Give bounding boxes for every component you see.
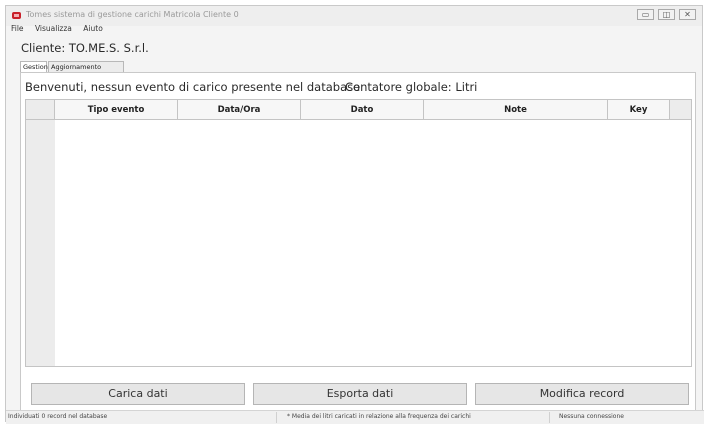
action-buttons: Carica dati Esporta dati Modifica record [31,383,689,405]
app-icon [12,12,21,19]
table-header: Tipo evento Data/Ora Dato Note Key [26,100,691,120]
export-data-button[interactable]: Esporta dati [253,383,467,405]
maximize-button[interactable]: ◫ [658,9,675,20]
status-connection: Nessuna connessione [559,413,624,420]
menu-aiuto[interactable]: Aiuto [83,24,103,33]
menu-bar: File Visualizza Aiuto [11,24,112,33]
window-title: Tomes sistema di gestione carichi Matric… [26,10,239,19]
column-header-note[interactable]: Note [424,100,608,120]
minimize-button[interactable]: ▭ [637,9,654,20]
application-window: Tomes sistema di gestione carichi Matric… [5,5,704,424]
tab-panel-gestione: Benvenuti, nessun evento di carico prese… [20,72,696,412]
welcome-message: Benvenuti, nessun evento di carico prese… [25,80,361,94]
table-body[interactable] [55,120,691,366]
client-label: Cliente: TO.ME.S. S.r.l. [21,41,149,55]
status-record-count: Individuati 0 record nel database [8,413,108,420]
header-filler [670,100,691,120]
close-button[interactable]: ✕ [679,9,696,20]
load-data-button[interactable]: Carica dati [31,383,245,405]
title-bar[interactable]: Tomes sistema di gestione carichi Matric… [6,6,702,26]
column-header-key[interactable]: Key [608,100,670,120]
column-header-data-ora[interactable]: Data/Ora [178,100,301,120]
status-divider [276,412,277,423]
global-counter-label: Contatore globale: Litri [345,80,478,94]
status-divider [549,412,550,423]
status-note: * Media dei litri caricati in relazione … [287,413,471,420]
edit-record-button[interactable]: Modifica record [475,383,689,405]
events-table[interactable]: Tipo evento Data/Ora Dato Note Key [25,99,692,367]
menu-file[interactable]: File [11,24,24,33]
column-header-dato[interactable]: Dato [301,100,424,120]
row-header-corner [26,100,55,120]
menu-visualizza[interactable]: Visualizza [35,24,72,33]
column-header-tipo-evento[interactable]: Tipo evento [55,100,178,120]
window-controls: ▭ ◫ ✕ [633,9,696,20]
